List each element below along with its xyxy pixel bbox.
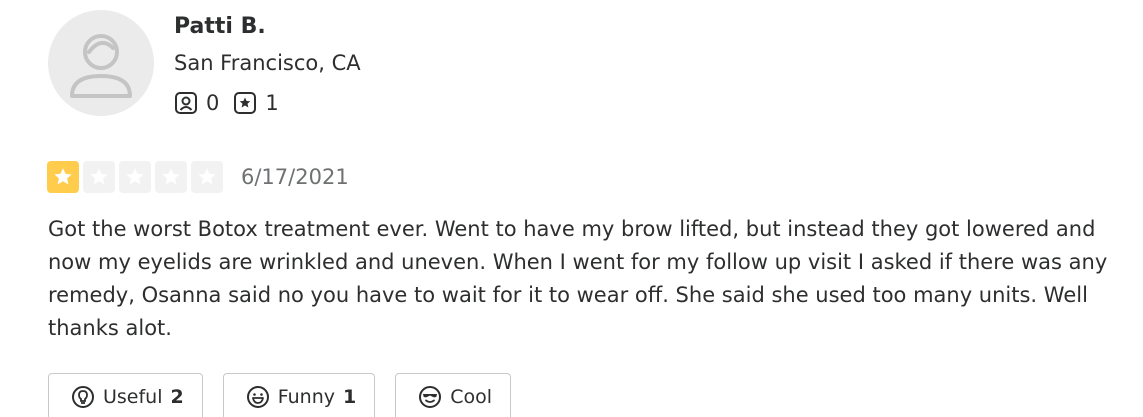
star-icon [155, 161, 187, 193]
reviews-stat: 1 [233, 91, 279, 115]
funny-count: 1 [343, 386, 357, 408]
cool-button[interactable]: Cool [395, 373, 512, 417]
smile-face-icon [246, 386, 269, 408]
funny-button[interactable]: Funny 1 [222, 373, 376, 417]
review-text: Got the worst Botox treatment ever. Went… [48, 217, 1108, 340]
useful-count: 2 [170, 386, 184, 408]
default-user-avatar-icon [70, 34, 132, 98]
user-stats: 0 1 [174, 88, 293, 118]
star-icon [83, 161, 115, 193]
funny-label: Funny [277, 386, 336, 408]
user-location: San Francisco, CA [174, 51, 361, 75]
reaction-buttons: Useful 2 Funny 1 Cool [48, 373, 531, 417]
friends-count: 0 [206, 91, 220, 115]
lightbulb-icon [72, 386, 94, 408]
review-star-icon [234, 92, 257, 114]
cool-label: Cool [450, 386, 493, 408]
star-rating [47, 161, 227, 193]
rating-row: 6/17/2021 [47, 161, 349, 193]
friends-icon [175, 92, 197, 114]
useful-button[interactable]: Useful 2 [48, 373, 203, 417]
reviews-count: 1 [265, 91, 279, 115]
sunglasses-face-icon [419, 386, 442, 408]
review-date: 6/17/2021 [241, 165, 349, 189]
star-icon [191, 161, 223, 193]
useful-label: Useful [103, 386, 163, 408]
friends-stat: 0 [174, 91, 219, 115]
star-icon [119, 161, 151, 193]
star-icon [47, 161, 79, 193]
avatar[interactable] [48, 10, 154, 116]
user-name[interactable]: Patti B. [174, 12, 266, 42]
review-card: Patti B. San Francisco, CA 0 1 6/17/2021… [0, 0, 1143, 417]
